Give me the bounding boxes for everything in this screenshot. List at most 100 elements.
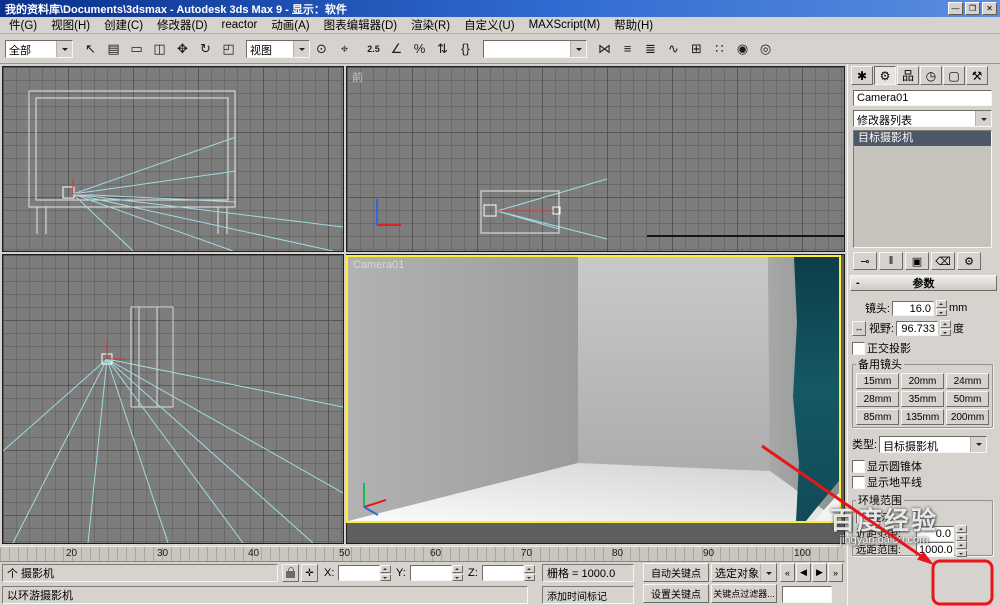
key-mode-combo[interactable]: 选定对象 xyxy=(711,563,777,582)
material-editor-icon[interactable]: ∷ xyxy=(708,37,731,60)
chevron-down-icon[interactable] xyxy=(975,111,991,126)
menu-item[interactable]: reactor xyxy=(215,19,265,31)
far-range-field[interactable]: 1000.0 xyxy=(916,542,954,557)
camera-type-dropdown[interactable]: 目标摄影机 xyxy=(879,436,987,453)
remove-modifier-icon[interactable]: ⌫ xyxy=(931,252,955,270)
far-range-spinner[interactable] xyxy=(956,541,967,557)
crossing-selection-icon[interactable]: ◫ xyxy=(148,37,171,60)
y-coord-field[interactable] xyxy=(410,565,452,581)
modifier-stack[interactable]: 目标摄影机 xyxy=(853,130,992,248)
tab-display[interactable]: ▢ xyxy=(943,66,965,85)
set-key-button[interactable]: 设置关键点 xyxy=(643,584,709,603)
curve-editor-icon[interactable]: ∿ xyxy=(662,37,685,60)
reference-coordinate-combo[interactable]: 视图 xyxy=(246,40,310,58)
stack-item[interactable]: 目标摄影机 xyxy=(854,131,991,146)
menu-item[interactable]: 件(G) xyxy=(2,17,44,33)
play-button[interactable]: ▶ xyxy=(812,563,827,582)
stock-lens-button[interactable]: 35mm xyxy=(901,391,944,407)
render-scene-icon[interactable]: ◉ xyxy=(731,37,754,60)
menu-item[interactable]: MAXScript(M) xyxy=(522,19,608,31)
layer-manager-icon[interactable]: ≣ xyxy=(639,37,662,60)
quick-render-icon[interactable]: ◎ xyxy=(754,37,777,60)
viewport-front-label[interactable]: 前 xyxy=(352,69,363,85)
current-frame-field[interactable] xyxy=(782,586,832,603)
menu-item[interactable]: 视图(H) xyxy=(44,17,97,33)
viewport-camera-label[interactable]: Camera01 xyxy=(353,259,404,271)
stock-lens-button[interactable]: 20mm xyxy=(901,373,944,389)
modifier-list-dropdown[interactable]: 修改器列表 xyxy=(853,110,992,127)
menu-item[interactable]: 动画(A) xyxy=(264,17,316,33)
select-and-manipulate-icon[interactable]: ⌖ xyxy=(333,37,356,60)
use-pivot-center-icon[interactable]: ⊙ xyxy=(310,37,333,60)
menu-item[interactable]: 图表编辑器(D) xyxy=(317,17,404,33)
select-object-icon[interactable]: ↖ xyxy=(79,37,102,60)
stock-lens-button[interactable]: 135mm xyxy=(901,409,944,425)
schematic-view-icon[interactable]: ⊞ xyxy=(685,37,708,60)
go-to-end-button[interactable]: » xyxy=(828,563,843,582)
parameters-rollout-header[interactable]: - 参数 xyxy=(850,275,997,291)
chevron-down-icon[interactable] xyxy=(760,564,776,581)
viewport-bottom-left[interactable] xyxy=(2,254,344,544)
near-range-spinner[interactable] xyxy=(956,525,967,541)
named-selection-combo[interactable] xyxy=(483,40,587,58)
tab-hierarchy[interactable]: 品 xyxy=(897,66,919,85)
previous-frame-button[interactable]: ◀ xyxy=(796,563,811,582)
show-cone-checkbox[interactable] xyxy=(852,460,865,473)
go-to-start-button[interactable]: « xyxy=(780,563,795,582)
select-and-rotate-icon[interactable]: ↻ xyxy=(194,37,217,60)
viewport-top-left[interactable] xyxy=(2,66,344,252)
env-show-checkbox[interactable] xyxy=(856,511,869,524)
rect-selection-region-icon[interactable]: ▭ xyxy=(125,37,148,60)
selection-lock-toggle[interactable] xyxy=(282,564,299,582)
show-end-result-icon[interactable]: ‖ xyxy=(879,252,903,270)
mirror-icon[interactable]: ⋈ xyxy=(593,37,616,60)
close-button[interactable]: ✕ xyxy=(982,2,997,15)
tab-utilities[interactable]: ⚒ xyxy=(966,66,988,85)
stock-lens-button[interactable]: 85mm xyxy=(856,409,899,425)
stock-lens-button[interactable]: 28mm xyxy=(856,391,899,407)
stock-lens-button[interactable]: 50mm xyxy=(946,391,989,407)
chevron-down-icon[interactable] xyxy=(293,41,309,57)
chevron-down-icon[interactable] xyxy=(570,41,586,57)
pin-stack-icon[interactable]: ⊸ xyxy=(853,252,877,270)
fov-spinner[interactable] xyxy=(940,320,951,336)
select-and-move-icon[interactable]: ✥ xyxy=(171,37,194,60)
snaps-toggle-icon[interactable]: 2.5 xyxy=(362,37,385,60)
z-coord-field[interactable] xyxy=(482,565,524,581)
menu-item[interactable]: 渲染(R) xyxy=(404,17,457,33)
select-by-name-icon[interactable]: ▤ xyxy=(102,37,125,60)
time-tag-field[interactable]: 添加时间标记 xyxy=(542,586,634,604)
restore-button[interactable]: ❐ xyxy=(965,2,980,15)
chevron-down-icon[interactable] xyxy=(970,437,986,452)
viewport-front[interactable]: 前 xyxy=(346,66,845,252)
x-coord-spinner[interactable] xyxy=(380,565,391,581)
key-filters-button[interactable]: 关键点过滤器... xyxy=(711,584,777,603)
object-name-field[interactable]: Camera01 xyxy=(853,90,992,106)
viewport-camera[interactable]: Camera01 xyxy=(346,255,841,523)
x-coord-field[interactable] xyxy=(338,565,380,581)
menu-item[interactable]: 创建(C) xyxy=(97,17,150,33)
auto-key-button[interactable]: 自动关键点 xyxy=(643,563,709,582)
tab-modify[interactable]: ⚙ xyxy=(874,66,896,85)
stock-lens-button[interactable]: 15mm xyxy=(856,373,899,389)
menu-item[interactable]: 自定义(U) xyxy=(457,17,521,33)
y-coord-spinner[interactable] xyxy=(452,565,463,581)
near-range-field[interactable]: 0.0 xyxy=(916,526,954,541)
make-unique-icon[interactable]: ▣ xyxy=(905,252,929,270)
menu-item[interactable]: 修改器(D) xyxy=(150,17,214,33)
chevron-down-icon[interactable] xyxy=(56,41,72,57)
percent-snap-icon[interactable]: % xyxy=(408,37,431,60)
lens-field[interactable]: 16.0 xyxy=(892,301,934,316)
edit-named-selections-icon[interactable]: {} xyxy=(454,37,477,60)
track-bar[interactable]: 2030405060708090100 xyxy=(0,546,845,562)
configure-modifier-sets-icon[interactable]: ⚙ xyxy=(957,252,981,270)
spinner-snap-icon[interactable]: ⇅ xyxy=(431,37,454,60)
show-horizon-checkbox[interactable] xyxy=(852,476,865,489)
minimize-button[interactable]: — xyxy=(948,2,963,15)
absolute-mode-toggle[interactable]: ✛ xyxy=(301,564,318,582)
lens-spinner[interactable] xyxy=(936,300,947,316)
stock-lens-button[interactable]: 24mm xyxy=(946,373,989,389)
selection-filter-combo[interactable]: 全部 xyxy=(5,40,73,58)
align-icon[interactable]: ≡ xyxy=(616,37,639,60)
orthographic-checkbox[interactable] xyxy=(852,342,865,355)
